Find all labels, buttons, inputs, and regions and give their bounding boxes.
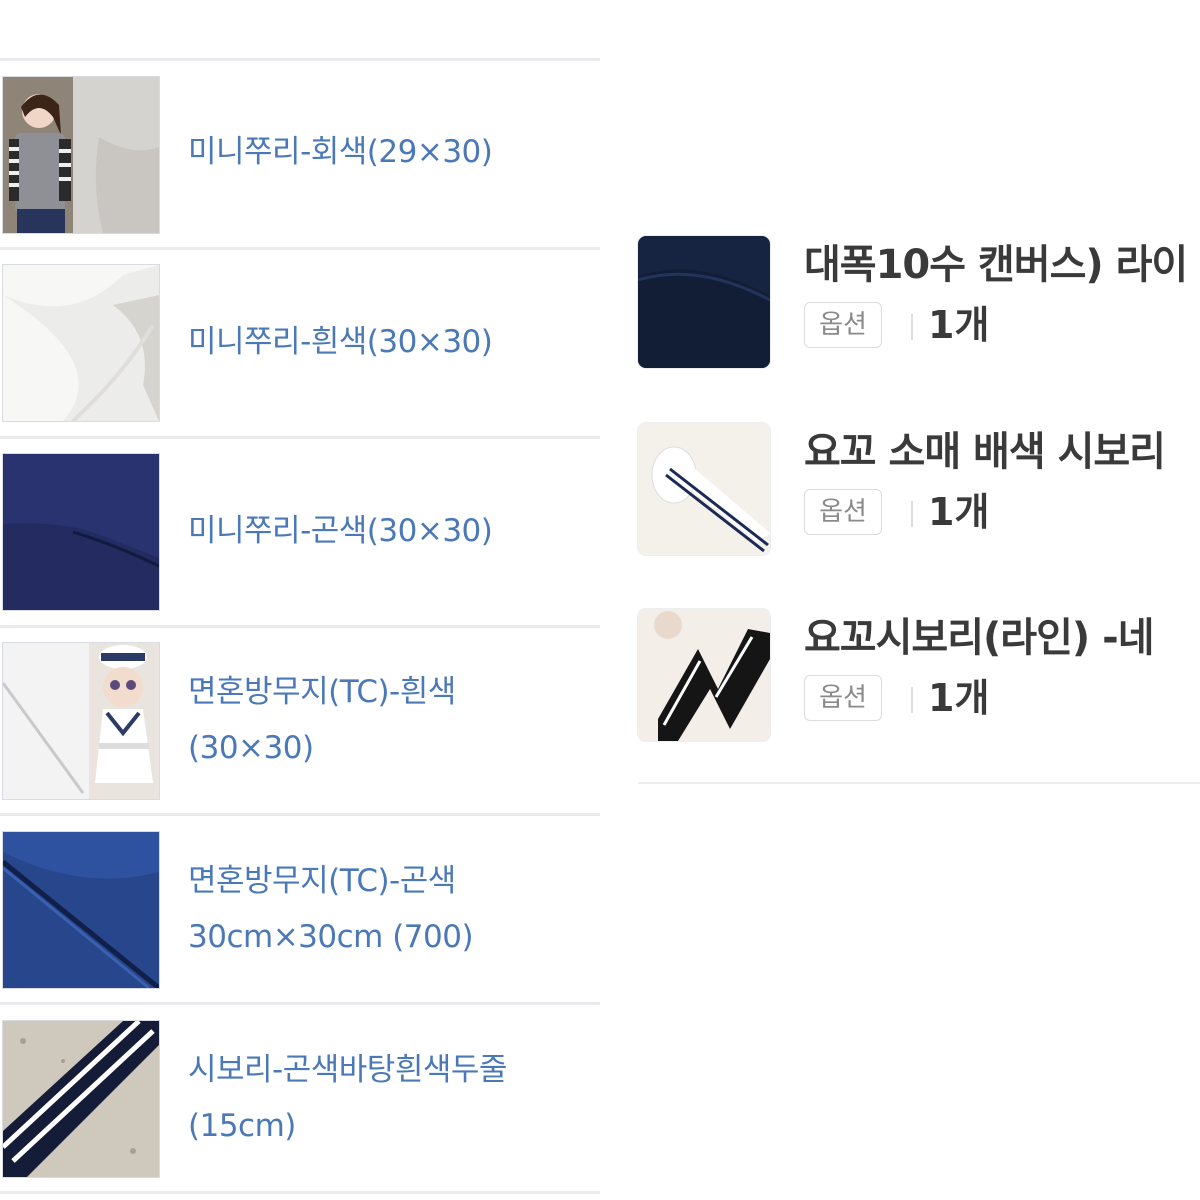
left-product-list: 미니쭈리-회색(29×30) 미니쭈리-흰색(30×30) 미니쭈리-곤색(30… [0,0,600,1200]
divider [0,1002,600,1005]
divider [0,247,600,250]
quantity-text: 1개 [928,490,990,534]
order-item[interactable]: 요꼬시보리(라인) -네 옵션 1개 [600,609,1200,743]
product-name-line: 시보리-곤색바탕흰색두줄 [188,1052,507,1088]
product-name-line: (15cm) [188,1108,296,1144]
separator [911,687,913,713]
product-name-line: 30cm×30cm (700) [188,919,474,955]
product-name-link[interactable]: 미니쭈리-회색(29×30) [188,124,588,180]
order-item[interactable]: 요꼬 소매 배색 시보리 옵션 1개 [600,423,1200,557]
product-name-link[interactable]: 미니쭈리-곤색(30×30) [188,503,588,559]
order-item-title[interactable]: 요꼬 소매 배색 시보리 [804,425,1200,479]
divider [0,813,600,816]
option-badge[interactable]: 옵션 [804,675,882,721]
product-thumbnail[interactable] [2,642,160,800]
product-thumbnail[interactable] [2,1020,160,1178]
list-item[interactable]: 미니쭈리-곤색(30×30) [0,453,600,613]
divider [0,1191,600,1194]
product-name-link[interactable]: 면혼방무지(TC)-곤색 30cm×30cm (700) [188,853,588,965]
quantity-text: 1개 [928,676,990,720]
list-item[interactable]: 시보리-곤색바탕흰색두줄 (15cm) [0,1020,600,1180]
product-name-line: 면혼방무지(TC)-곤색 [188,863,456,899]
product-name-link[interactable]: 시보리-곤색바탕흰색두줄 (15cm) [188,1042,588,1154]
list-item[interactable]: 면혼방무지(TC)-흰색 (30×30) [0,642,600,802]
product-thumbnail[interactable] [638,236,770,368]
product-thumbnail[interactable] [638,609,770,741]
divider [0,58,600,61]
option-badge[interactable]: 옵션 [804,302,882,348]
divider [638,782,1200,784]
product-name-line: 면혼방무지(TC)-흰색 [188,674,456,710]
product-thumbnail[interactable] [2,831,160,989]
right-order-list: 대폭10수 캔버스) 라이 옵션 1개 요꼬 소매 배색 시보리 옵션 1개 요… [600,0,1200,1200]
product-thumbnail[interactable] [2,76,160,234]
separator [911,314,913,340]
divider [0,625,600,628]
separator [911,501,913,527]
option-badge[interactable]: 옵션 [804,489,882,535]
product-name-link[interactable]: 면혼방무지(TC)-흰색 (30×30) [188,664,588,776]
quantity-text: 1개 [928,303,990,347]
product-thumbnail[interactable] [638,423,770,555]
order-item[interactable]: 대폭10수 캔버스) 라이 옵션 1개 [600,236,1200,370]
product-name-line: (30×30) [188,730,314,766]
order-item-title[interactable]: 대폭10수 캔버스) 라이 [804,238,1200,292]
product-thumbnail[interactable] [2,264,160,422]
list-item[interactable]: 미니쭈리-회색(29×30) [0,76,600,236]
divider [0,436,600,439]
product-thumbnail[interactable] [2,453,160,611]
order-item-title[interactable]: 요꼬시보리(라인) -네 [804,611,1200,665]
list-item[interactable]: 미니쭈리-흰색(30×30) [0,264,600,424]
product-name-link[interactable]: 미니쭈리-흰색(30×30) [188,314,588,370]
list-item[interactable]: 면혼방무지(TC)-곤색 30cm×30cm (700) [0,831,600,991]
